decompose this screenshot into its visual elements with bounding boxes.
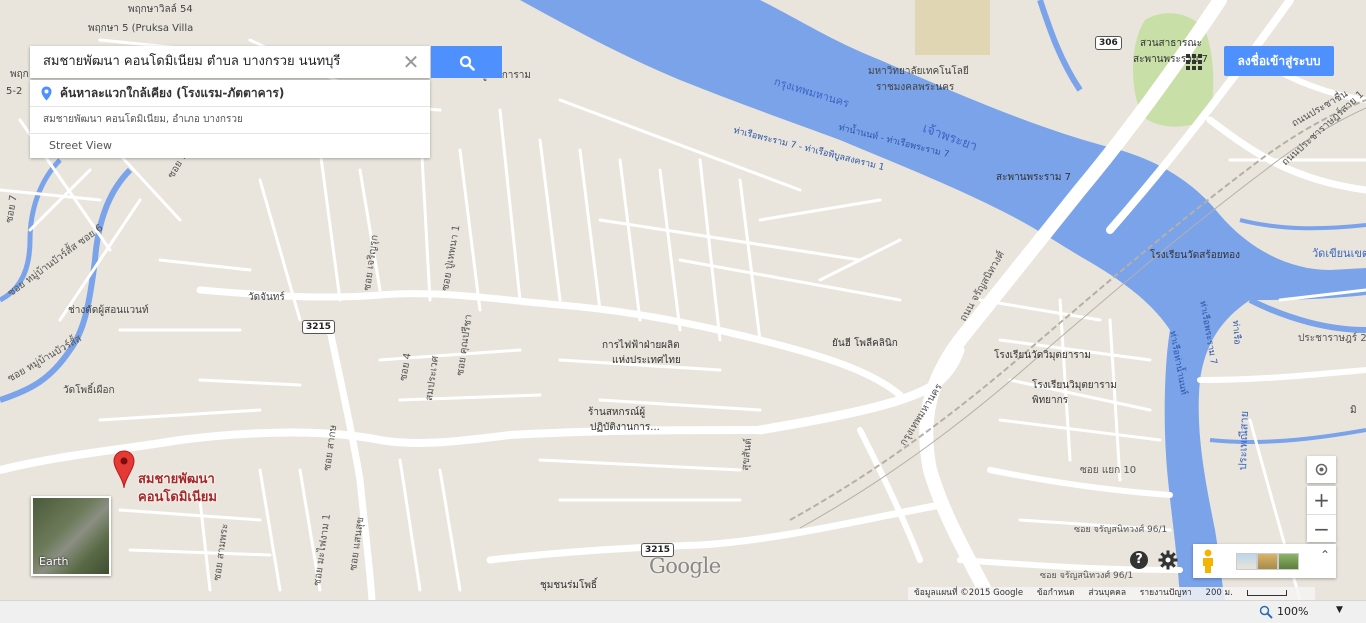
street-view-link[interactable]: Street View bbox=[30, 134, 430, 158]
label-tr-4: ประเพณีสาย bbox=[1236, 410, 1252, 471]
close-icon[interactable]: ✕ bbox=[400, 51, 422, 73]
label-egat-2: แห่งประเทศไทย bbox=[612, 355, 681, 366]
search-icon bbox=[459, 55, 475, 71]
canal-e bbox=[1248, 297, 1366, 333]
label-pruksa5: พฤกษา 5 (Pruksa Villa bbox=[88, 23, 194, 34]
google-logo: Google bbox=[649, 554, 721, 578]
label-wat-pho: วัดโพธิ์เผือก bbox=[63, 385, 115, 396]
label-school-soithong: โรงเรียนวัดสร้อยทอง bbox=[1150, 250, 1241, 261]
search-box: ✕ bbox=[30, 46, 430, 78]
privacy-link[interactable]: ส่วนบุคคล bbox=[1088, 588, 1126, 598]
search-suggestions: ค้นหาละแวกใกล้เคียง (โรงแรม-ภัตตาคาร) สม… bbox=[30, 80, 430, 158]
label-shop-2: ปฏิบัติงานการ... bbox=[590, 422, 660, 433]
label-school-wimut: โรงเรียนวัดวิมุตยาราม bbox=[994, 350, 1091, 361]
label-chum-1: ชุมชนร่มโพธิ์ bbox=[540, 580, 598, 591]
campus-area bbox=[915, 0, 990, 55]
search-input[interactable] bbox=[30, 46, 390, 78]
label-pruk: พฤก bbox=[10, 69, 29, 80]
apps-grid-icon[interactable] bbox=[1186, 54, 1202, 70]
chevron-down-icon[interactable]: ▼ bbox=[1336, 605, 1343, 615]
pegman-icon[interactable] bbox=[1201, 549, 1215, 573]
label-uni-2: ราชมงคลพระนคร bbox=[876, 82, 955, 93]
label-school-wimut-p1: โรงเรียนวิมุตยาราม bbox=[1032, 380, 1117, 391]
map-data-credit: ข้อมูลแผนที่ ©2015 Google bbox=[914, 588, 1024, 598]
gear-icon[interactable] bbox=[1157, 549, 1179, 571]
route-shield-3215-north: 3215 bbox=[302, 320, 336, 334]
layer-thumb-1[interactable] bbox=[1236, 553, 1257, 570]
canal-ne bbox=[1037, 0, 1083, 92]
locate-icon bbox=[1315, 463, 1328, 476]
label-52: 5-2 bbox=[6, 86, 23, 97]
zoom-magnifier-icon bbox=[1259, 605, 1273, 619]
suggestion-nearby-label: ค้นหาละแวกใกล้เคียง (โรงแรม-ภัตตาคาร) bbox=[60, 86, 285, 100]
marker-label-line2: คอนโดมิเนียม bbox=[138, 490, 217, 505]
zoom-level: 100% bbox=[1277, 605, 1309, 618]
suggestion-place[interactable]: สมชายพัฒนา คอนโดมิเนียม, อำเภอ บางกรวย bbox=[30, 107, 430, 134]
my-location-button[interactable] bbox=[1307, 456, 1336, 483]
scale-bar bbox=[1246, 589, 1287, 596]
label-egat-1: การไฟฟ้าฝ่ายผลิต bbox=[602, 340, 680, 351]
map-footer: ข้อมูลแผนที่ ©2015 Google ข้อกำหนด ส่วนบ… bbox=[908, 587, 1315, 600]
marker-label[interactable]: สมชายพัฒนา คอนโดมิเนียม bbox=[138, 471, 217, 507]
earth-label: Earth bbox=[39, 555, 69, 568]
label-pracharat-2: ประชาราษฎร์ 2 bbox=[1298, 333, 1366, 344]
terms-link[interactable]: ข้อกำหนด bbox=[1037, 588, 1075, 598]
earth-view-toggle[interactable]: Earth bbox=[31, 496, 111, 576]
label-soi96-a: ซอย จรัญสนิทวงศ์ 96/1 bbox=[1074, 525, 1168, 535]
canal-e3 bbox=[1239, 218, 1366, 231]
label-park-1: สวนสาธารณะ bbox=[1140, 38, 1203, 49]
marker-label-line1: สมชายพัฒนา bbox=[138, 472, 215, 487]
location-pin-icon bbox=[41, 86, 52, 101]
label-yanhee: ยันฮี โพลีคลินิก bbox=[832, 338, 898, 349]
zoom-out-button[interactable]: − bbox=[1307, 514, 1336, 543]
status-bar: 100% ▼ bbox=[0, 600, 1366, 623]
label-shop-1: ร้านสหกรณ์ผู้ bbox=[588, 407, 646, 418]
sign-in-button[interactable]: ลงชื่อเข้าสู่ระบบ bbox=[1224, 46, 1334, 76]
route-shield-306: 306 bbox=[1095, 36, 1122, 50]
label-school-wimut-p2: พิทยากร bbox=[1032, 395, 1069, 406]
label-soi96-b: ซอย จรัญสนิทวงศ์ 96/1 bbox=[1040, 571, 1134, 581]
scale-label: 200 ม. bbox=[1206, 588, 1298, 598]
chevron-up-icon[interactable]: ⌃ bbox=[1320, 549, 1330, 561]
map-marker-pin-icon[interactable] bbox=[113, 450, 135, 490]
help-button[interactable]: ? bbox=[1130, 551, 1148, 569]
suggestion-nearby[interactable]: ค้นหาละแวกใกล้เคียง (โรงแรม-ภัตตาคาร) bbox=[30, 80, 430, 107]
label-soi10: ซอย แยก 10 bbox=[1080, 465, 1137, 476]
report-problem-link[interactable]: รายงานปัญหา bbox=[1140, 588, 1192, 598]
layer-thumb-3[interactable] bbox=[1278, 553, 1299, 570]
label-pruksa54: พฤกษาวิลล์ 54 bbox=[128, 4, 193, 15]
label-chang: ช่างตัดผู้สอนแวนท์ bbox=[68, 305, 149, 316]
layers-panel: ⌃ bbox=[1193, 544, 1336, 578]
label-watchan: วัดจันทร์ bbox=[248, 292, 285, 303]
search-button[interactable] bbox=[431, 46, 502, 78]
label-mi: มิ bbox=[1350, 405, 1357, 416]
label-uni-1: มหาวิทยาลัยเทคโนโลยี bbox=[868, 66, 969, 77]
layer-thumb-2[interactable] bbox=[1257, 553, 1278, 570]
label-wat-khian: วัดเขียนเขต bbox=[1312, 247, 1366, 260]
canal-e2 bbox=[1209, 428, 1366, 444]
label-bridge7: สะพานพระราม 7 bbox=[996, 172, 1071, 183]
zoom-control: + − bbox=[1307, 486, 1336, 542]
label-tr-3: ท่าเรือ bbox=[1230, 320, 1242, 346]
zoom-in-button[interactable]: + bbox=[1307, 486, 1336, 514]
